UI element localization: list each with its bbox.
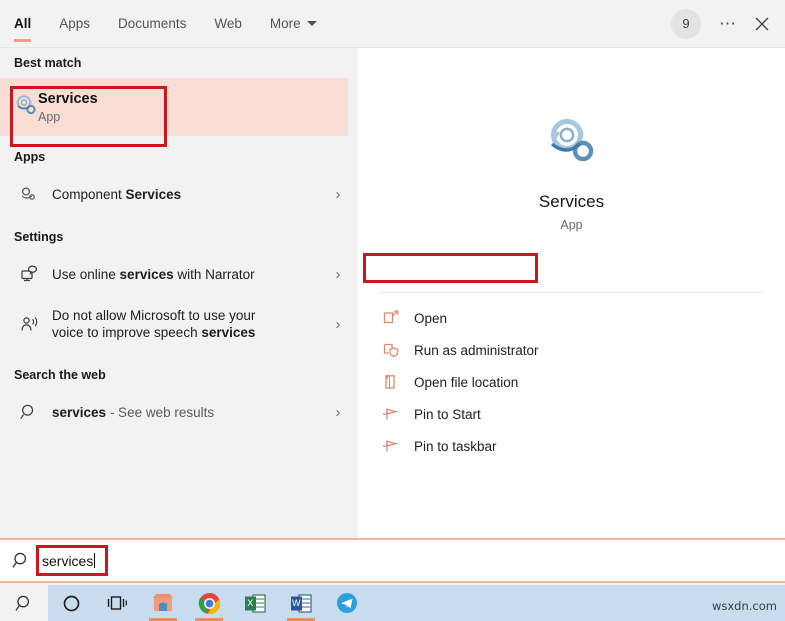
action-label: Pin to taskbar <box>414 438 497 454</box>
tab-more[interactable]: More <box>270 0 331 47</box>
narrator-monitor-icon <box>14 264 44 284</box>
best-match-subtitle: App <box>38 109 61 124</box>
tab-apps-label: Apps <box>59 16 91 31</box>
shield-run-icon <box>376 339 406 361</box>
action-open[interactable]: Open <box>358 302 785 334</box>
search-icon <box>14 403 44 421</box>
action-label: Open <box>414 310 448 326</box>
list-item-label: Use online services with Narrator <box>52 266 255 282</box>
taskbar-item-google-chrome[interactable] <box>186 585 232 621</box>
action-pin-to-taskbar[interactable]: Pin to taskbar <box>358 430 785 462</box>
voice-person-icon <box>14 315 44 334</box>
list-item-label: Do not allow Microsoft to use your voice… <box>52 308 256 340</box>
open-window-icon <box>376 307 406 329</box>
taskbar-item-search[interactable] <box>0 585 48 621</box>
results-list[interactable]: Best match Services App Apps Component S… <box>0 47 358 538</box>
svg-text:X: X <box>247 598 253 608</box>
search-bar[interactable]: services <box>0 538 785 583</box>
avatar[interactable]: 9 <box>671 8 701 39</box>
tab-web[interactable]: Web <box>214 0 256 47</box>
list-item-web-search-services[interactable]: services - See web results › <box>0 390 358 434</box>
folder-location-icon <box>376 371 406 393</box>
component-services-icon <box>14 185 44 203</box>
app-actions-list: Open Run as administrator Open file loca… <box>358 293 785 462</box>
tab-more-label: More <box>269 16 301 31</box>
tab-web-label: Web <box>214 16 242 31</box>
app-preview-pane: Services App Open Run as administrator O… <box>358 47 785 538</box>
task-view-icon <box>107 596 127 610</box>
search-web-header: Search the web <box>14 368 106 382</box>
preview-app-title: Services <box>538 191 605 211</box>
taskbar-item-word[interactable]: W <box>278 585 324 621</box>
chevron-right-icon[interactable]: › <box>330 404 346 421</box>
action-pin-to-start[interactable]: Pin to Start <box>358 398 785 430</box>
svg-text:W: W <box>292 598 301 608</box>
best-match-header: Best match <box>14 56 82 70</box>
search-results-area: Best match Services App Apps Component S… <box>0 47 785 538</box>
chevron-down-icon <box>306 21 317 26</box>
chevron-right-icon[interactable]: › <box>330 266 346 283</box>
search-icon <box>14 595 29 611</box>
taskbar-item-task-view[interactable] <box>94 585 140 621</box>
app-preview: Services App <box>358 48 785 292</box>
tab-apps[interactable]: Apps <box>59 0 104 47</box>
list-item-label: Component Services <box>52 186 182 202</box>
best-match-title: Services <box>38 90 98 107</box>
text-cursor <box>94 552 96 568</box>
ellipsis-icon[interactable]: ⋯ <box>711 7 745 41</box>
list-item-narrator-online-services[interactable]: Use online services with Narrator › <box>0 252 358 296</box>
taskbar: X W wsxdn.com <box>0 585 785 621</box>
chevron-right-icon[interactable]: › <box>330 316 346 333</box>
avatar-badge: 9 <box>682 16 690 31</box>
excel-icon: X <box>245 593 266 613</box>
windows-search-panel: All Apps Documents Web More 9 ⋯ Best mat… <box>0 0 785 621</box>
taskbar-item-microsoft-store[interactable] <box>140 585 186 621</box>
microsoft-store-icon <box>153 594 173 611</box>
preview-app-type: App <box>560 217 583 232</box>
chevron-right-icon[interactable]: › <box>330 186 346 203</box>
settings-header: Settings <box>14 230 64 244</box>
best-match-text: Services App <box>38 91 98 124</box>
taskbar-item-cortana[interactable] <box>48 585 94 621</box>
services-gears-icon <box>14 93 38 122</box>
best-match-item-services[interactable]: Services App <box>0 78 348 136</box>
pin-icon <box>376 403 406 425</box>
telegram-icon <box>337 593 357 613</box>
taskbar-item-telegram[interactable] <box>324 585 370 621</box>
cortana-icon <box>63 595 79 611</box>
list-item-label: services - See web results <box>52 404 215 420</box>
tabbar-actions: 9 ⋯ <box>671 0 779 47</box>
action-label: Run as administrator <box>414 342 539 358</box>
pin-icon <box>376 435 406 457</box>
search-icon <box>12 551 31 570</box>
tab-documents-label: Documents <box>118 16 187 31</box>
action-label: Pin to Start <box>414 406 481 422</box>
tab-list: All Apps Documents Web More <box>0 0 345 47</box>
action-open-file-location[interactable]: Open file location <box>358 366 785 398</box>
apps-header: Apps <box>14 150 46 164</box>
search-tabbar: All Apps Documents Web More 9 ⋯ <box>0 0 785 47</box>
tab-all[interactable]: All <box>14 0 45 47</box>
tab-all-label: All <box>14 16 32 31</box>
search-input[interactable]: services <box>38 550 97 572</box>
tab-documents[interactable]: Documents <box>118 0 200 47</box>
close-icon[interactable] <box>745 7 779 41</box>
list-item-component-services[interactable]: Component Services › <box>0 172 358 216</box>
word-icon: W <box>291 593 312 613</box>
search-input-value: services <box>42 552 94 569</box>
watermark: wsxdn.com <box>711 599 777 613</box>
google-chrome-icon <box>198 592 220 614</box>
taskbar-item-excel[interactable]: X <box>232 585 278 621</box>
action-label: Open file location <box>414 374 519 390</box>
list-item-speech-services[interactable]: Do not allow Microsoft to use your voice… <box>0 296 358 352</box>
services-gears-icon <box>544 115 600 174</box>
scrollbar[interactable] <box>351 48 358 538</box>
action-run-as-administrator[interactable]: Run as administrator <box>358 334 785 366</box>
